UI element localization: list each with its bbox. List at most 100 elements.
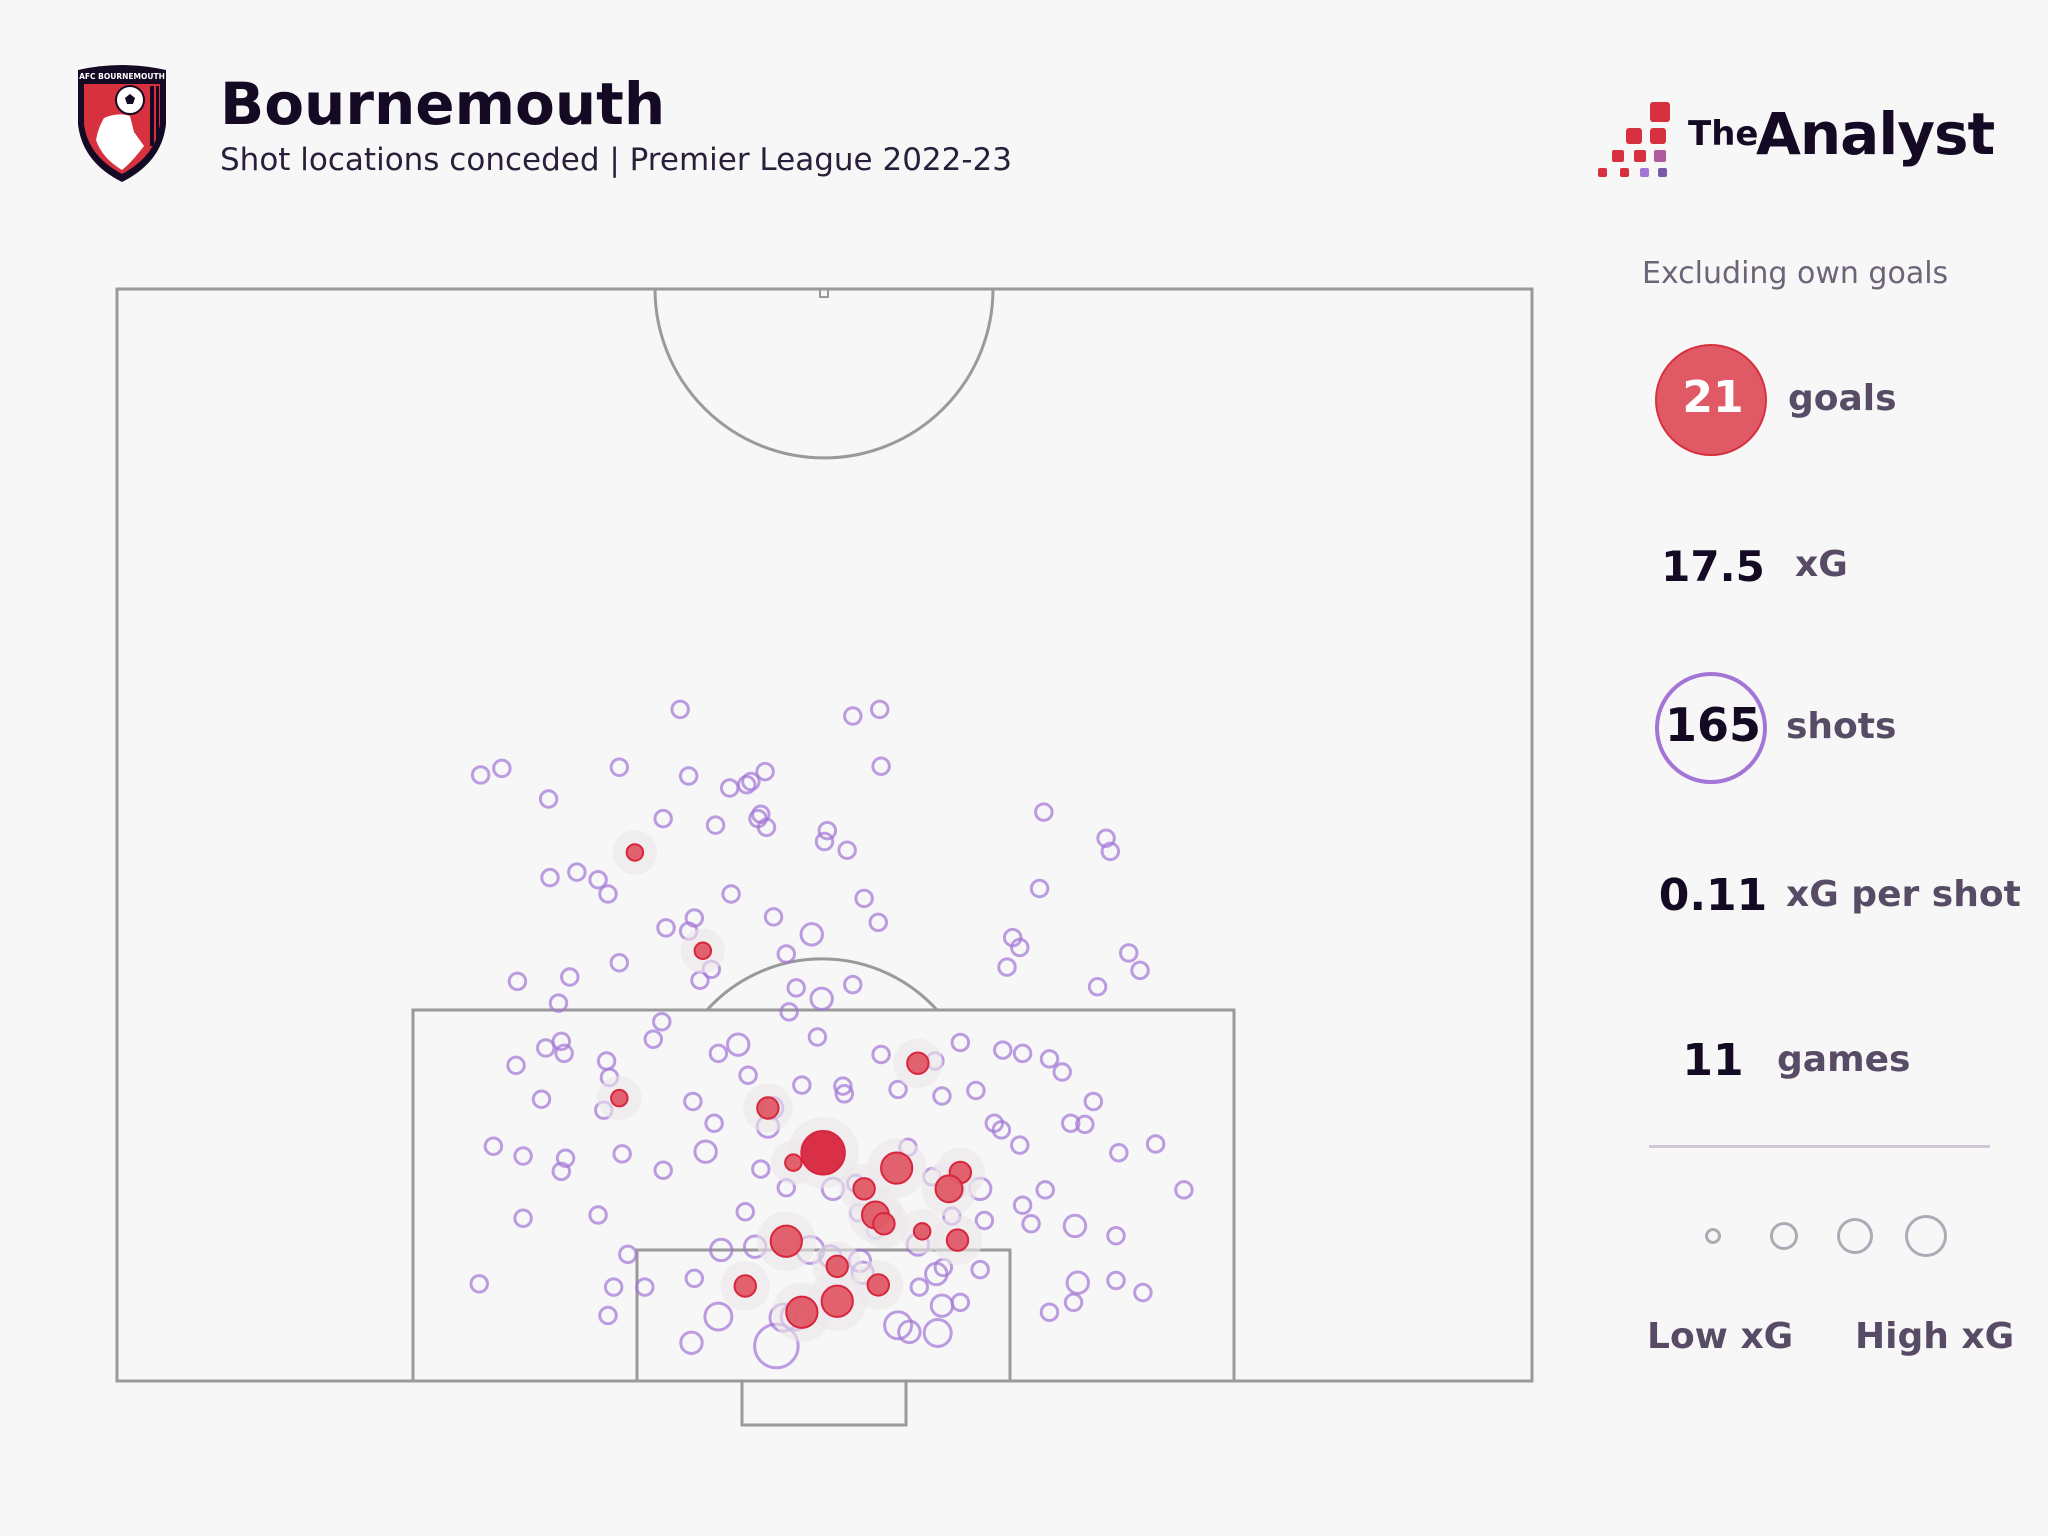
shot-point <box>683 1091 703 1112</box>
shot-point <box>708 1043 729 1064</box>
the-analyst-logo: The Analyst <box>1596 100 2016 180</box>
shots-value: 165 <box>1664 698 1762 752</box>
shot-point <box>1118 943 1139 963</box>
shot-point <box>1012 1195 1033 1215</box>
shot-point <box>656 918 676 938</box>
goals-label: goals <box>1788 378 1897 419</box>
shots-label: shots <box>1786 706 1897 747</box>
legend-size-circle <box>1705 1228 1721 1244</box>
shot-point <box>470 765 491 785</box>
shot-point <box>536 1038 556 1058</box>
shot-point <box>693 1139 718 1164</box>
excluding-own-goals-note: Excluding own goals <box>1642 256 1949 291</box>
shot-point <box>483 1136 504 1156</box>
shot-point <box>735 1201 756 1222</box>
shot-point <box>588 1205 608 1225</box>
brand-analyst: Analyst <box>1756 100 1995 168</box>
shot-point <box>799 922 824 947</box>
shot-point <box>643 1029 664 1049</box>
goal-point <box>820 1284 854 1318</box>
shot-point <box>598 1305 618 1326</box>
shot-point <box>970 1259 990 1280</box>
stat-games: 11 games <box>1655 1005 2035 1125</box>
centre-circle <box>653 288 995 460</box>
shot-point <box>1039 1302 1060 1322</box>
shot-point <box>703 1301 734 1332</box>
goal-point <box>866 1273 890 1297</box>
brand-the: The <box>1688 114 1759 154</box>
shot-point <box>1106 1226 1126 1246</box>
legend-size-circle <box>1905 1215 1947 1257</box>
shot-point <box>603 1277 624 1297</box>
shot-point <box>721 884 741 904</box>
shot-point <box>837 840 857 861</box>
shot-point <box>670 699 690 720</box>
stat-xg-per-shot: 0.11 xG per shot <box>1655 840 2035 960</box>
shot-point <box>1133 1282 1153 1303</box>
shot-point <box>786 978 806 998</box>
shot-point <box>932 1086 952 1106</box>
shot-point <box>763 907 784 927</box>
shot-point <box>809 986 834 1012</box>
shot-point <box>598 884 618 904</box>
shot-point <box>540 867 560 888</box>
shot-point <box>679 1330 704 1355</box>
goal-point <box>852 1177 876 1201</box>
shot-map <box>115 287 1534 1427</box>
shot-point <box>997 957 1017 977</box>
shot-point <box>993 1040 1013 1060</box>
goal-point <box>880 1151 914 1185</box>
shot-point <box>1029 878 1050 899</box>
xg-per-shot-label: xG per shot <box>1786 874 2021 915</box>
shot-point <box>929 1293 955 1318</box>
shot-point <box>922 1317 953 1348</box>
goal-point <box>693 941 713 960</box>
shot-point <box>814 831 835 852</box>
shot-point <box>871 756 891 776</box>
goal <box>740 1379 908 1427</box>
shot-point <box>888 1079 908 1100</box>
shot-point <box>1106 1270 1126 1291</box>
shot-point <box>596 1051 617 1071</box>
shot-point <box>612 1144 632 1164</box>
shot-point <box>792 1075 812 1095</box>
shot-point <box>492 758 512 779</box>
shot-point <box>704 1113 724 1134</box>
shot-point <box>538 789 559 809</box>
legend-divider <box>1649 1145 1990 1148</box>
shot-point <box>974 1210 995 1231</box>
shot-point <box>950 1292 971 1313</box>
stat-shots: 165 shots <box>1655 672 2035 792</box>
shot-point <box>966 1080 986 1101</box>
goal-point <box>825 1254 849 1279</box>
shot-point <box>871 1044 891 1065</box>
shot-point <box>719 778 740 798</box>
legend-size-circle <box>1770 1222 1798 1250</box>
shot-point <box>1039 1049 1060 1069</box>
shot-point <box>1052 1062 1072 1082</box>
goal-point <box>769 1224 803 1258</box>
goal-point <box>800 1130 846 1176</box>
shot-point <box>684 1268 705 1289</box>
shot-point <box>1083 1091 1104 1112</box>
stat-xg: 17.5 xG <box>1655 510 2035 630</box>
xg-label: xG <box>1795 544 1848 585</box>
goal-point <box>784 1153 803 1172</box>
shot-point <box>776 944 797 964</box>
goal-point <box>872 1212 896 1236</box>
shot-point <box>653 1160 673 1180</box>
goal-point <box>945 1228 970 1252</box>
pitch-outline <box>115 287 1534 1383</box>
shot-point <box>652 1011 672 1032</box>
shot-point <box>635 1277 655 1297</box>
penalty-arc <box>705 957 939 1012</box>
shot-point <box>1010 1135 1030 1155</box>
shot-point <box>1062 1213 1088 1239</box>
xg-per-shot-value: 0.11 <box>1658 870 1768 921</box>
goal-point <box>625 843 645 862</box>
goal-point <box>934 1174 964 1204</box>
legend-high-xg: High xG <box>1855 1316 2015 1357</box>
shot-point <box>513 1208 533 1229</box>
shot-point <box>1145 1134 1166 1154</box>
shot-point <box>1063 1292 1084 1313</box>
